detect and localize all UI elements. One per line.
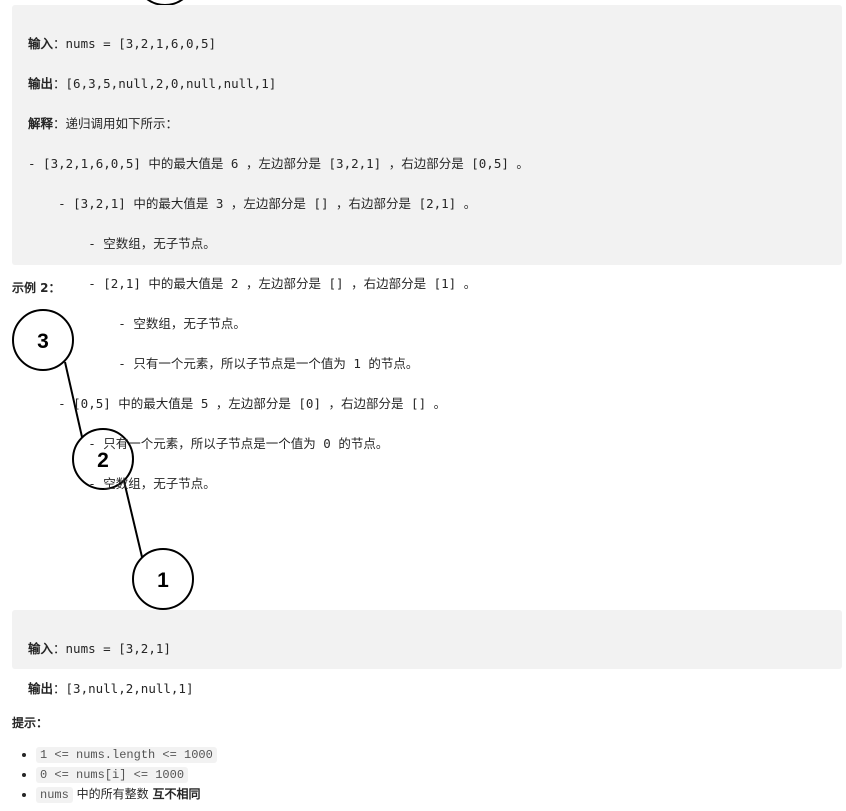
explain-label: 解释 [28, 116, 54, 131]
explain-text: 递归调用如下所示： [65, 116, 179, 131]
explain-line: - 只有一个元素，所以子节点是一个值为 0 的节点。 [28, 436, 389, 451]
hint-item: nums 中的所有整数 互不相同 [36, 785, 217, 805]
output-label: 输出 [28, 76, 54, 91]
explain-line: - [3,2,1] 中的最大值是 3 ，左边部分是 [] ，右边部分是 [2,1… [28, 196, 477, 211]
input-value: nums = [3,2,1,6,0,5] [65, 36, 217, 51]
input-label: 输入 [28, 36, 54, 51]
explain-line: - [2,1] 中的最大值是 2 ，左边部分是 [] ，右边部分是 [1] 。 [28, 276, 477, 291]
hints-title: 提示： [12, 716, 49, 730]
explain-line: - 空数组，无子节点。 [28, 316, 246, 331]
explain-line: - 只有一个元素，所以子节点是一个值为 1 的节点。 [28, 356, 419, 371]
hint-item: 1 <= nums.length <= 1000 [36, 745, 217, 765]
colon: ： [53, 641, 66, 656]
colon: ： [53, 116, 66, 131]
colon: ： [53, 681, 66, 696]
hints-list: 1 <= nums.length <= 1000 0 <= nums[i] <=… [12, 745, 217, 805]
tree-node-label: 1 [157, 569, 169, 592]
hint-bold: 互不相同 [152, 787, 201, 801]
colon: ： [53, 76, 66, 91]
example2-title: 示例 2： [12, 281, 61, 295]
input-label: 输入 [28, 641, 54, 656]
hint-text: 中的所有整数 [72, 787, 153, 801]
output-label: 输出 [28, 681, 54, 696]
hint-code: 0 <= nums[i] <= 1000 [36, 767, 189, 783]
example2-code-block: 输入：nums = [3,2,1] 输出：[3,null,2,null,1] [12, 610, 842, 696]
explain-line: - 空数组，无子节点。 [28, 476, 216, 491]
explain-line: - [3,2,1,6,0,5] 中的最大值是 6 ，左边部分是 [3,2,1] … [28, 156, 529, 171]
explain-line: - [0,5] 中的最大值是 5 ，左边部分是 [0] ，右边部分是 [] 。 [28, 396, 447, 411]
hint-code: nums [36, 787, 73, 803]
example1-code-block: 输入：nums = [3,2,1,6,0,5] 输出：[6,3,5,null,2… [12, 5, 842, 491]
output-value: [3,null,2,null,1] [65, 681, 194, 696]
hint-code: 1 <= nums.length <= 1000 [36, 747, 217, 763]
colon: ： [53, 36, 66, 51]
explain-line: - 空数组，无子节点。 [28, 236, 216, 251]
input-value: nums = [3,2,1] [65, 641, 171, 656]
output-value: [6,3,5,null,2,0,null,null,1] [65, 76, 277, 91]
hint-item: 0 <= nums[i] <= 1000 [36, 765, 217, 785]
